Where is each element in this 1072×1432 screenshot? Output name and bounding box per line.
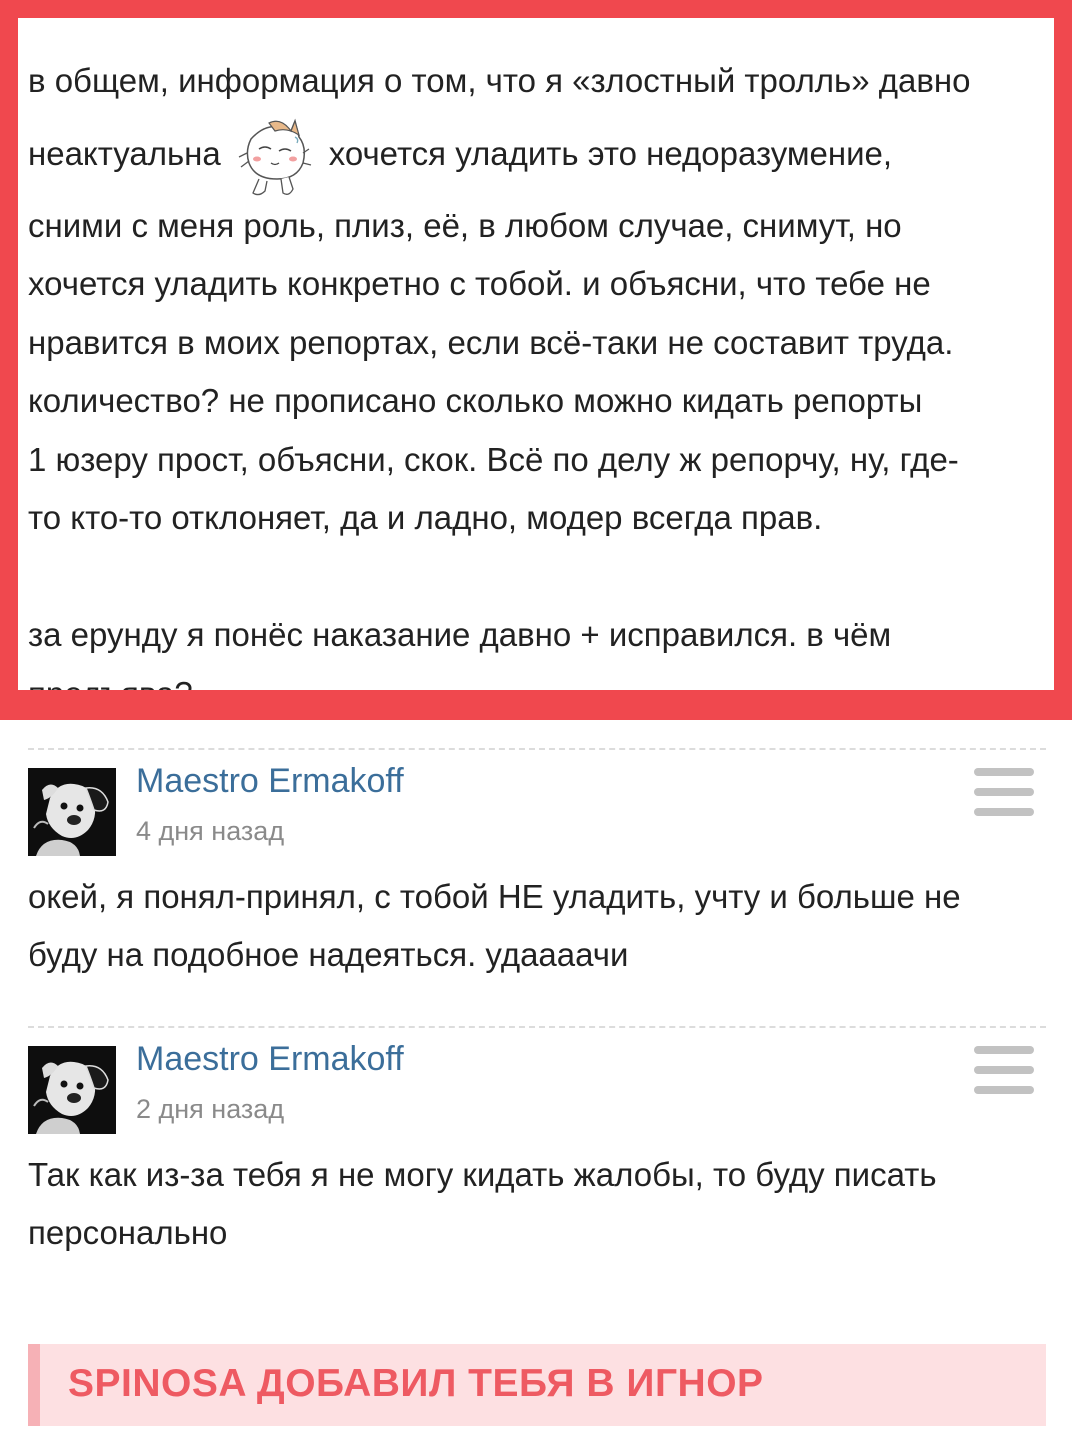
highlighted-message: в общем, информация о том, что я «злостн… (18, 18, 1054, 690)
comment-text-line: Так как из-за тебя я не могу кидать жало… (28, 1156, 937, 1193)
message-line: в общем, информация о том, что я «злостн… (28, 62, 971, 99)
comment-text: окей, я понял-принял, с тобой НЕ уладить… (28, 868, 1048, 984)
comment-text-line: буду на подобное надеяться. удаааачи (28, 936, 629, 973)
comment-menu-icon[interactable] (974, 768, 1034, 816)
comment-separator (28, 748, 1046, 750)
message-line: предъява? (28, 665, 1048, 691)
comment-author-link[interactable]: Maestro Ermakoff (136, 1040, 404, 1079)
message-line: за ерунду я понёс наказание давно + испр… (28, 616, 892, 653)
avatar[interactable] (28, 1046, 116, 1134)
comment-time: 4 дня назад (136, 816, 285, 846)
message-line-text: неактуальна (28, 134, 221, 172)
message-line: неактуальна хочется уладить это недоразу… (28, 111, 1048, 197)
comment-text-line: персонально (28, 1214, 228, 1251)
message-line-text: хочется уладить это недоразумение, (328, 134, 893, 172)
comment-text-line: окей, я понял-принял, с тобой НЕ уладить… (28, 878, 961, 915)
message-line: сними с меня роль, плиз, её, в любом слу… (28, 206, 902, 244)
message-line: нравится в моих репортах, если всё-таки … (28, 323, 954, 361)
banner-accent-bar (28, 1344, 40, 1426)
message-line: 1 юзеру прост, объясни, скок. Всё по дел… (28, 440, 959, 478)
message-line: хочется уладить конкретно с тобой. и объ… (28, 265, 931, 302)
ignore-notice-text: SPINOSA ДОБАВИЛ ТЕБЯ В ИГНОР (68, 1362, 764, 1405)
sweating-cat-sticker-icon (229, 113, 315, 199)
highlighted-message-frame: в общем, информация о том, что я «злостн… (0, 0, 1072, 720)
comment-menu-icon[interactable] (974, 1046, 1034, 1094)
message-line: то кто-то отклоняет, да и ладно, модер в… (28, 499, 823, 536)
comment-author-link[interactable]: Maestro Ermakoff (136, 762, 404, 801)
highlighted-message-text: в общем, информация о том, что я «злостн… (28, 52, 1048, 690)
comment-separator (28, 1026, 1046, 1028)
comment-text: Так как из-за тебя я не могу кидать жало… (28, 1146, 1048, 1262)
ignore-notice-banner: SPINOSA ДОБАВИЛ ТЕБЯ В ИГНОР (28, 1344, 1046, 1426)
message-line: количество? не прописано сколько можно к… (28, 382, 923, 419)
avatar[interactable] (28, 768, 116, 856)
comment-time: 2 дня назад (136, 1094, 285, 1124)
